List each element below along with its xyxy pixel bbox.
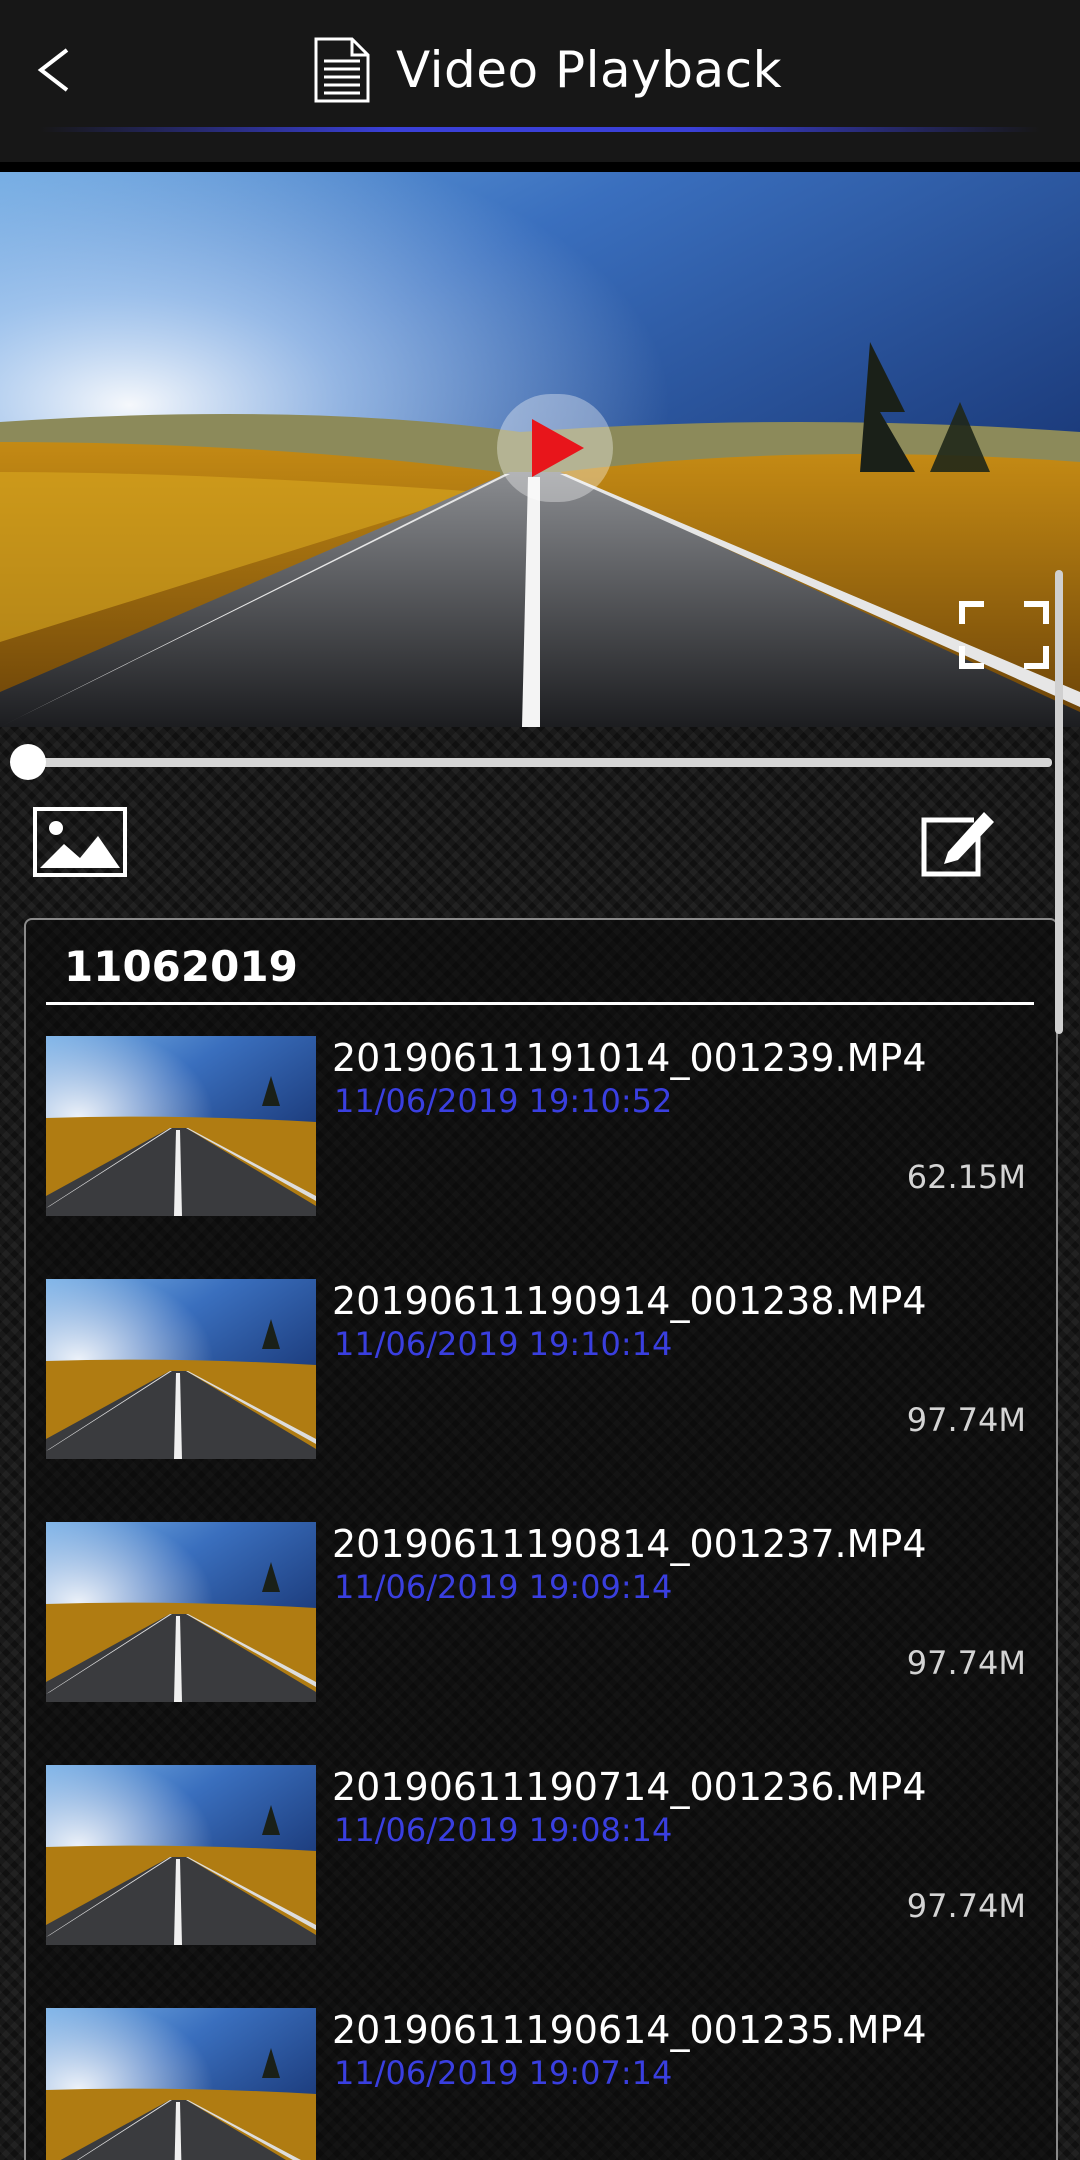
video-list-item[interactable]: 20190611190914_001238.MP4 11/06/2019 19:…: [26, 1261, 1056, 1504]
header-title: Video Playback: [310, 30, 782, 110]
play-button[interactable]: [497, 394, 613, 502]
header-accent-line: [40, 127, 1040, 132]
gallery-button[interactable]: [32, 806, 128, 878]
video-list-item[interactable]: 20190611191014_001239.MP4 11/06/2019 19:…: [26, 1018, 1056, 1261]
fullscreen-icon: [959, 601, 1049, 669]
play-icon: [532, 419, 584, 477]
video-thumbnail: [46, 1279, 316, 1459]
chevron-left-icon: [37, 48, 69, 92]
video-file-date: 11/06/2019 19:09:14: [334, 1568, 673, 1606]
video-playback-screen: Video Playback 11062019 20190611191014_0…: [0, 0, 1080, 2160]
video-file-name: 20190611190814_001237.MP4: [332, 1522, 927, 1566]
app-header: Video Playback: [0, 0, 1080, 172]
progress-track: [18, 758, 1052, 767]
header-divider: [0, 162, 1080, 172]
video-file-date: 11/06/2019 19:10:52: [334, 1082, 673, 1120]
video-file-size: 97.74M: [906, 1644, 1026, 1682]
video-file-size: 97.74M: [906, 1401, 1026, 1439]
edit-button[interactable]: [918, 804, 998, 880]
video-list-item[interactable]: 20190611190714_001236.MP4 11/06/2019 19:…: [26, 1747, 1056, 1990]
scrollbar[interactable]: [1055, 570, 1063, 1034]
document-icon: [314, 37, 370, 103]
video-file-name: 20190611190614_001235.MP4: [332, 2008, 927, 2052]
video-file-date: 11/06/2019 19:08:14: [334, 1811, 673, 1849]
date-group-header: 11062019: [64, 942, 298, 991]
image-gallery-icon: [33, 807, 127, 877]
video-thumbnail: [46, 1765, 316, 1945]
page-title: Video Playback: [396, 41, 783, 99]
date-group-divider: [46, 1002, 1034, 1005]
video-list-item[interactable]: 20190611190614_001235.MP4 11/06/2019 19:…: [26, 1990, 1056, 2160]
back-button[interactable]: [18, 30, 88, 110]
video-file-size: 97.74M: [906, 1887, 1026, 1925]
video-thumbnail: [46, 1036, 316, 1216]
edit-icon: [921, 812, 994, 877]
video-player[interactable]: [0, 172, 1080, 727]
video-list-item[interactable]: 20190611190814_001237.MP4 11/06/2019 19:…: [26, 1504, 1056, 1747]
playback-progress-slider[interactable]: [10, 740, 1052, 784]
fullscreen-button[interactable]: [958, 600, 1050, 670]
video-file-date: 11/06/2019 19:07:14: [334, 2054, 673, 2092]
video-file-size: 62.15M: [906, 1158, 1026, 1196]
video-file-name: 20190611190914_001238.MP4: [332, 1279, 927, 1323]
video-file-list: 20190611191014_001239.MP4 11/06/2019 19:…: [26, 1018, 1056, 2160]
video-file-name: 20190611191014_001239.MP4: [332, 1036, 927, 1080]
video-file-name: 20190611190714_001236.MP4: [332, 1765, 927, 1809]
video-thumbnail: [46, 2008, 316, 2160]
file-list-panel: 11062019 20190611191014_001239.MP4 11/06…: [24, 918, 1058, 2160]
video-thumbnail: [46, 1522, 316, 1702]
video-file-date: 11/06/2019 19:10:14: [334, 1325, 673, 1363]
progress-thumb[interactable]: [10, 744, 46, 780]
